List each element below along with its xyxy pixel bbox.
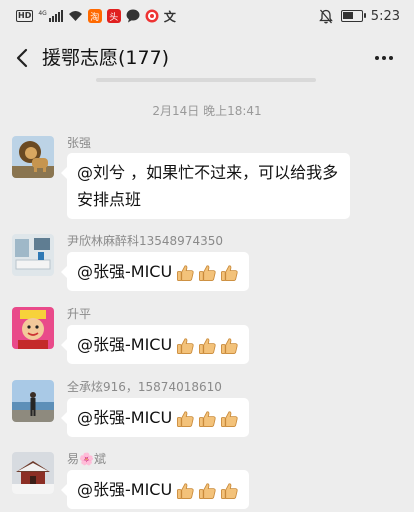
chat-title: 援鄂志愿(177) — [42, 47, 170, 69]
more-options-button[interactable] — [370, 44, 398, 72]
battery-icon — [340, 10, 366, 22]
chat-screen: HD 4G 淘 头 文 5:23 援鄂志愿(177) 2月14日 晚上18:41… — [0, 0, 414, 512]
dot-icon — [389, 56, 393, 60]
avatar[interactable] — [12, 136, 54, 178]
message-text: @张强-MICU — [77, 408, 173, 427]
cartoon-avatar-icon — [12, 307, 54, 349]
back-arrow-icon[interactable] — [12, 44, 36, 72]
thumbs-up-icon — [221, 337, 238, 354]
message-bubble[interactable]: @张强-MICU — [60, 398, 250, 437]
lion-avatar-icon — [12, 136, 54, 178]
sender-name: 张强 — [67, 136, 92, 150]
thumbs-group — [176, 336, 239, 356]
avatar[interactable] — [12, 452, 54, 494]
message-text: @张强-MICU — [77, 480, 173, 499]
thumbs-up-icon — [199, 482, 216, 499]
message-bubble[interactable]: @刘兮 ，如果忙不过来，可以给我多安排点班 — [61, 153, 350, 219]
avatar[interactable] — [12, 234, 54, 276]
chat-bubble-icon — [126, 9, 140, 23]
thumbs-up-icon — [177, 264, 194, 281]
message-bubble[interactable]: @张强-MICU — [60, 470, 250, 509]
hd-icon: HD — [16, 10, 34, 22]
avatar[interactable] — [12, 307, 54, 349]
status-time: 5:23 — [370, 8, 400, 24]
thumbs-up-icon — [221, 410, 238, 427]
message-text: @张强-MICU — [77, 335, 173, 354]
sender-name: 易🌸斌 — [67, 452, 106, 466]
thumbs-group — [176, 409, 239, 429]
title-bar: 援鄂志愿(177) — [0, 32, 414, 84]
status-left: HD 4G 淘 头 文 — [16, 8, 176, 24]
beach-person-avatar-icon — [12, 380, 54, 422]
app-wen-icon: 文 — [163, 9, 176, 24]
avatar[interactable] — [12, 380, 54, 422]
message-text: @张强-MICU — [77, 262, 173, 281]
sender-name: 全承炫916，15874018610 — [67, 380, 222, 394]
thumbs-up-icon — [221, 264, 238, 281]
thumbs-up-icon — [199, 410, 216, 427]
message-item: 易🌸斌 @张强-MICU — [12, 452, 402, 512]
wifi-icon — [68, 11, 82, 21]
status-bar: HD 4G 淘 头 文 5:23 — [0, 0, 414, 32]
dot-icon — [382, 56, 386, 60]
message-item: 升平 @张强-MICU — [12, 307, 402, 369]
app-taobao-icon: 淘 — [87, 9, 102, 23]
thumbs-up-icon — [177, 482, 194, 499]
thumbs-up-icon — [199, 264, 216, 281]
sender-name: 尹欣林麻醉科13548974350 — [67, 234, 223, 248]
message-item: 张强 @刘兮 ，如果忙不过来，可以给我多安排点班 — [12, 136, 402, 226]
time-divider: 2月14日 晚上18:41 — [152, 104, 262, 118]
mute-bell-icon — [318, 9, 333, 23]
dot-icon — [375, 56, 379, 60]
thumbs-group — [176, 263, 239, 283]
scroll-indicator — [96, 78, 316, 82]
app-target-icon — [145, 9, 159, 23]
sender-name: 升平 — [67, 307, 92, 321]
app-toutiao-icon: 头 — [106, 9, 121, 23]
hospital-room-avatar-icon — [12, 234, 54, 276]
message-item: 尹欣林麻醉科13548974350 @张强-MICU — [12, 234, 402, 296]
message-text: @刘兮 ，如果忙不过来，可以给我多安排点班 — [77, 163, 339, 209]
status-right: 5:23 — [318, 6, 400, 26]
thumbs-up-icon — [177, 410, 194, 427]
message-item: 全承炫916，15874018610 @张强-MICU — [12, 380, 402, 442]
message-bubble[interactable]: @张强-MICU — [60, 325, 250, 364]
message-bubble[interactable]: @张强-MICU — [60, 252, 250, 291]
signal-icon: 4G — [38, 10, 63, 22]
thumbs-up-icon — [221, 482, 238, 499]
thumbs-group — [176, 481, 239, 501]
snow-temple-avatar-icon — [12, 452, 54, 494]
thumbs-up-icon — [199, 337, 216, 354]
thumbs-up-icon — [177, 337, 194, 354]
